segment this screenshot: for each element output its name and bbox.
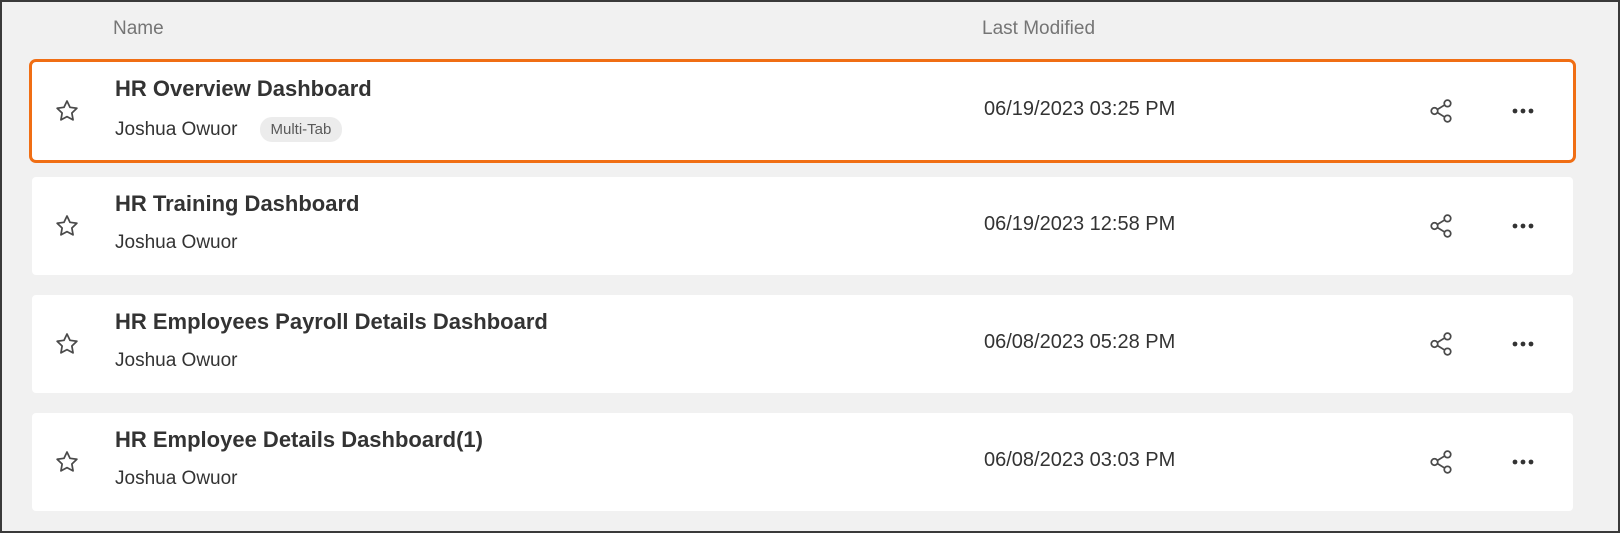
column-header-name[interactable]: Name	[113, 18, 164, 40]
dashboard-meta: Joshua Owuor	[115, 232, 238, 254]
dashboard-list: Name Last Modified HR Overview Dashboard…	[0, 0, 1620, 533]
dashboard-title[interactable]: HR Employee Details Dashboard(1)	[115, 427, 483, 453]
dashboard-meta: Joshua Owuor Multi-Tab	[115, 117, 343, 142]
dashboard-owner: Joshua Owuor	[115, 232, 238, 253]
dashboard-title[interactable]: HR Employees Payroll Details Dashboard	[115, 309, 548, 335]
share-icon[interactable]	[1428, 331, 1454, 357]
multi-tab-badge: Multi-Tab	[259, 117, 343, 142]
dashboard-title[interactable]: HR Overview Dashboard	[115, 76, 372, 102]
last-modified-date: 06/08/2023 05:28 PM	[984, 331, 1176, 353]
dashboard-meta: Joshua Owuor	[115, 468, 238, 490]
more-options-icon[interactable]	[1507, 449, 1539, 475]
share-icon[interactable]	[1428, 213, 1454, 239]
dashboard-meta: Joshua Owuor	[115, 350, 238, 372]
dashboard-row[interactable]: HR Employee Details Dashboard(1) Joshua …	[32, 413, 1573, 511]
dashboard-row[interactable]: HR Training Dashboard Joshua Owuor 06/19…	[32, 177, 1573, 275]
dashboard-owner: Joshua Owuor	[115, 468, 238, 489]
more-options-icon[interactable]	[1507, 213, 1539, 239]
dashboard-owner: Joshua Owuor	[115, 350, 238, 371]
share-icon[interactable]	[1428, 449, 1454, 475]
dashboard-row[interactable]: HR Overview Dashboard Joshua Owuor Multi…	[29, 59, 1576, 163]
star-icon[interactable]	[54, 98, 80, 124]
share-icon[interactable]	[1428, 98, 1454, 124]
last-modified-date: 06/19/2023 03:25 PM	[984, 98, 1176, 120]
dashboard-title[interactable]: HR Training Dashboard	[115, 191, 359, 217]
star-icon[interactable]	[54, 449, 80, 475]
last-modified-date: 06/08/2023 03:03 PM	[984, 449, 1176, 471]
dashboard-owner: Joshua Owuor	[115, 118, 238, 140]
list-header: Name Last Modified	[2, 2, 1618, 54]
more-options-icon[interactable]	[1507, 331, 1539, 357]
star-icon[interactable]	[54, 213, 80, 239]
more-options-icon[interactable]	[1507, 98, 1539, 124]
last-modified-date: 06/19/2023 12:58 PM	[984, 213, 1176, 235]
dashboard-row[interactable]: HR Employees Payroll Details Dashboard J…	[32, 295, 1573, 393]
column-header-last-modified[interactable]: Last Modified	[982, 18, 1095, 40]
star-icon[interactable]	[54, 331, 80, 357]
